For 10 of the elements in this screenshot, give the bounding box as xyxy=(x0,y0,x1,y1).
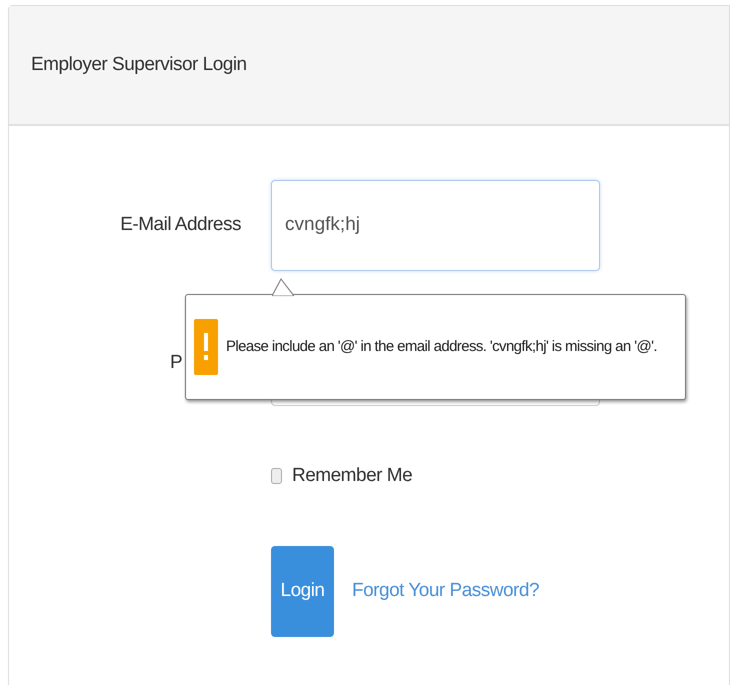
login-button[interactable]: Login xyxy=(271,546,334,636)
tooltip-message: Please include an '@' in the email address. 'cvngfk;hj' is missing an '@'. xyxy=(226,336,657,357)
email-field[interactable]: cvngfk;hj xyxy=(271,180,600,270)
warning-icon xyxy=(194,319,218,375)
field-label: P xyxy=(170,352,183,374)
field-label: E-Mail Address xyxy=(120,214,241,235)
panel-title: Employer Supervisor Login xyxy=(31,52,247,77)
checkbox-label: Remember Me xyxy=(292,464,412,488)
forgot-password-link[interactable]: Forgot Your Password? xyxy=(352,576,540,606)
remember-checkbox[interactable] xyxy=(271,468,282,484)
